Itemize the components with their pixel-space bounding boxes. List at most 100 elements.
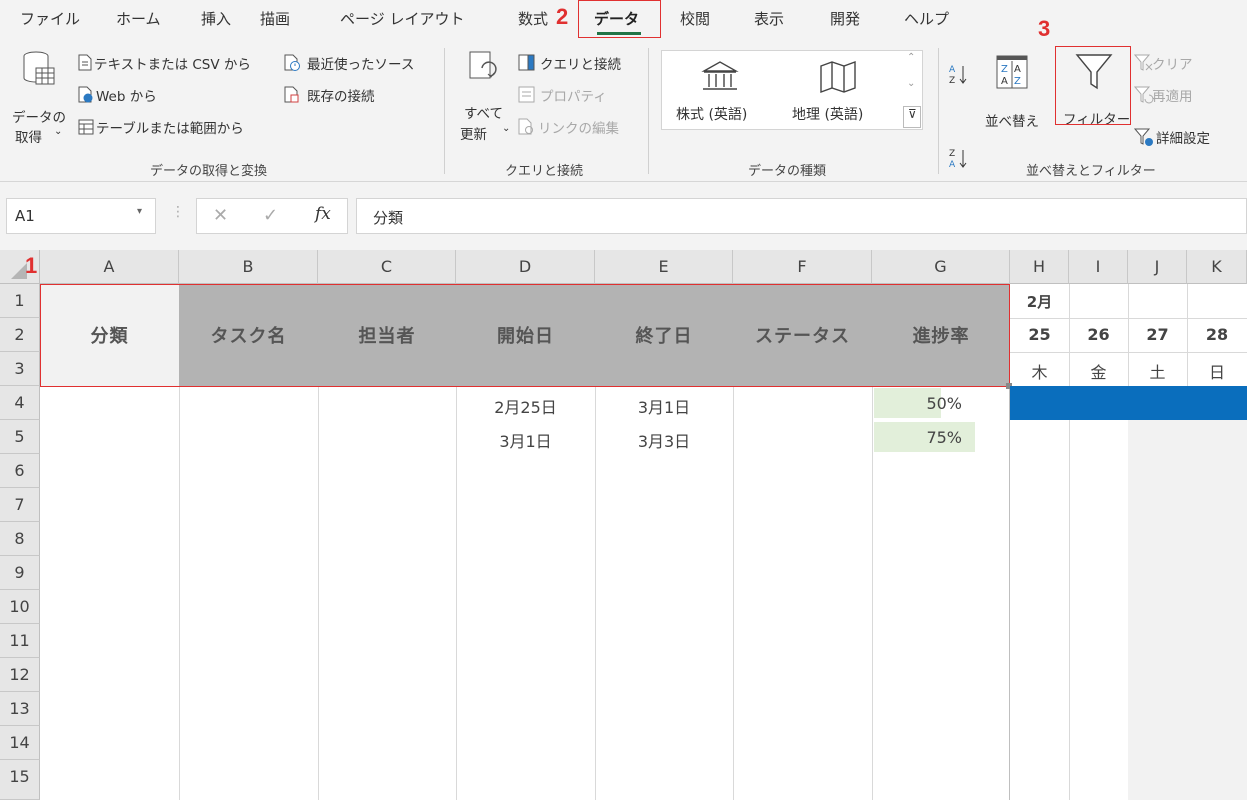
refresh-all-button[interactable]: すべて 更新 ⌄	[456, 46, 516, 143]
tab-view[interactable]: 表示	[754, 8, 784, 29]
svg-text:A: A	[949, 160, 956, 170]
weekday-cell: 金	[1090, 363, 1107, 382]
queries-connections-button[interactable]: クエリと接続	[518, 52, 634, 74]
group-label-sort-filter: 並べ替えとフィルター	[1026, 164, 1156, 179]
chevron-up-icon[interactable]: ⌃	[907, 52, 915, 63]
row-header-12[interactable]: 12	[0, 658, 40, 692]
column-header-a[interactable]: A	[40, 250, 179, 284]
tab-page-layout[interactable]: ページ レイアウト	[340, 8, 464, 29]
column-header-c[interactable]: C	[318, 250, 456, 284]
group-label-data-types: データの種類	[748, 164, 827, 179]
sort-button[interactable]: ZAAZ 並べ替え	[984, 50, 1048, 130]
row-header-10[interactable]: 10	[0, 590, 40, 624]
column-header-j[interactable]: J	[1128, 250, 1187, 284]
edit-links-button[interactable]: リンクの編集	[518, 116, 634, 138]
svg-text:Z: Z	[1014, 76, 1021, 87]
geography-label: 地理 (英語)	[792, 107, 864, 123]
column-header-h[interactable]: H	[1010, 250, 1069, 284]
ribbon-divider	[938, 48, 939, 174]
column-header-i[interactable]: I	[1069, 250, 1128, 284]
group-label-get-transform: データの取得と変換	[150, 164, 268, 179]
tab-insert[interactable]: 挿入	[201, 8, 231, 29]
row-header-15[interactable]: 15	[0, 760, 40, 800]
get-data-button[interactable]: データの 取得 ⌄	[10, 46, 68, 146]
text-csv-button[interactable]: テキストまたは CSV から	[78, 52, 274, 74]
name-box[interactable]: A1 ▾	[6, 198, 156, 234]
chevron-down-icon[interactable]: ⌄	[907, 78, 915, 89]
end-date-cell[interactable]: 3月1日	[595, 394, 733, 418]
web-button[interactable]: Web から	[78, 84, 178, 106]
column-header-f[interactable]: F	[733, 250, 872, 284]
tab-formulas[interactable]: 数式	[518, 8, 548, 29]
properties-button[interactable]: プロパティ	[518, 84, 618, 106]
row-header-6[interactable]: 6	[0, 454, 40, 488]
existing-connections-label: 既存の接続	[307, 89, 375, 105]
progress-cell[interactable]: 75%	[872, 428, 962, 447]
sort-descending-button[interactable]: ZA	[948, 148, 970, 172]
existing-connections-button[interactable]: 既存の接続	[284, 84, 404, 106]
column-header-g[interactable]: G	[872, 250, 1010, 284]
chevron-down-icon[interactable]: ▾	[137, 206, 142, 217]
formula-bar-area: A1 ▾ ⋮ ✕ ✓ fx 分類	[0, 182, 1247, 250]
stocks-button[interactable]: 株式 (英語)	[672, 56, 772, 126]
geography-button[interactable]: 地理 (英語)	[788, 56, 892, 126]
advanced-filter-label: 詳細設定	[1156, 131, 1210, 147]
reapply-label: 再適用	[1152, 89, 1193, 105]
row-header-5[interactable]: 5	[0, 420, 40, 454]
insert-function-icon[interactable]: fx	[315, 204, 331, 224]
queries-pane-icon	[518, 54, 535, 71]
row-header-7[interactable]: 7	[0, 488, 40, 522]
row-header-14[interactable]: 14	[0, 726, 40, 760]
weekend-shading	[1128, 420, 1247, 800]
end-date-cell[interactable]: 3月3日	[595, 428, 733, 452]
advanced-filter-button[interactable]: 詳細設定	[1134, 126, 1246, 148]
gallery-expand-button[interactable]: ⊽	[903, 106, 921, 128]
check-icon[interactable]: ✓	[263, 205, 278, 226]
start-date-cell[interactable]: 2月25日	[456, 394, 595, 418]
gridline	[1010, 318, 1247, 319]
tab-review[interactable]: 校閲	[680, 8, 710, 29]
row-header-2[interactable]: 2	[0, 318, 40, 352]
sort-ascending-button[interactable]: AZ	[948, 62, 970, 86]
row-header-9[interactable]: 9	[0, 556, 40, 590]
resize-dots-icon[interactable]: ⋮	[171, 204, 185, 220]
group-label-queries: クエリと接続	[505, 164, 584, 179]
sort-az-icon: AZ	[949, 65, 967, 86]
day-cell: 25	[1028, 325, 1051, 344]
edit-links-label: リンクの編集	[538, 121, 619, 137]
column-header-e[interactable]: E	[595, 250, 733, 284]
highlight-box-data-tab	[578, 0, 661, 38]
tab-draw[interactable]: 描画	[260, 8, 290, 29]
column-header-d[interactable]: D	[456, 250, 595, 284]
row-header-8[interactable]: 8	[0, 522, 40, 556]
gallery-scroll[interactable]: ⌃ ⌄ ⊽	[902, 52, 922, 128]
gantt-bar	[1010, 386, 1247, 420]
column-header-b[interactable]: B	[179, 250, 318, 284]
row-header-13[interactable]: 13	[0, 692, 40, 726]
sort-za-icon: ZA	[949, 149, 967, 170]
column-header-k[interactable]: K	[1187, 250, 1247, 284]
recent-sources-button[interactable]: 最近使ったソース	[284, 52, 430, 74]
formula-input[interactable]: 分類	[356, 198, 1247, 234]
day-cell: 26	[1087, 325, 1110, 344]
tab-developer[interactable]: 開発	[830, 8, 860, 29]
step-marker-1: 1	[25, 253, 38, 278]
clear-filter-button[interactable]: クリア	[1134, 52, 1214, 74]
cancel-icon[interactable]: ✕	[213, 205, 228, 226]
row-header-11[interactable]: 11	[0, 624, 40, 658]
tab-home[interactable]: ホーム	[116, 8, 161, 29]
table-range-button[interactable]: テーブルまたは範囲から	[78, 116, 264, 138]
month-label: 2月	[1026, 293, 1053, 311]
row-header-3[interactable]: 3	[0, 352, 40, 386]
formula-content: 分類	[373, 209, 404, 227]
row-header-1[interactable]: 1	[0, 284, 40, 318]
reapply-button[interactable]: 再適用	[1134, 84, 1224, 106]
tab-file[interactable]: ファイル	[20, 8, 80, 29]
advanced-filter-icon	[1134, 128, 1153, 146]
refresh-all-label-1: すべて	[464, 106, 504, 122]
progress-cell[interactable]: 50%	[872, 394, 962, 413]
tab-help[interactable]: ヘルプ	[904, 8, 949, 29]
clear-filter-icon	[1134, 54, 1153, 71]
row-header-4[interactable]: 4	[0, 386, 40, 420]
start-date-cell[interactable]: 3月1日	[456, 428, 595, 452]
